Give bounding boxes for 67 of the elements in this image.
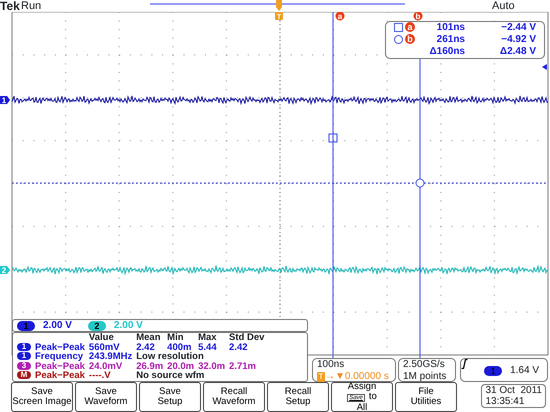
trigger-mode: Auto [492,0,515,12]
trigger-position-icon [276,0,282,11]
measurement-value: 400m [167,342,198,352]
acquisition-state: Run [21,0,42,12]
cursor-square-icon [328,134,338,142]
channel-scale: 2.00 V [43,320,72,332]
measurement-value: 24.0mV [88,362,124,371]
measurement-value: 20.0m [167,362,198,371]
measurement-name: Peak−Peak [35,360,85,372]
slope-icon [461,359,468,369]
column-header: Mean [136,333,162,342]
cursor-time: 101ns [436,22,465,34]
channel-marker: 2 [0,266,10,275]
measurement-note: Low resolution [136,352,205,362]
measurement-value: 243.9MHz [88,352,134,362]
column-header: Min [167,333,185,342]
sample-rate: 2.50GS/s [403,359,446,371]
channel-badge: 3 [17,362,31,370]
time-scale: 100ns [317,359,346,371]
softkey-button[interactable]: File Utilities [395,382,457,412]
measurement-note: No source wfm [136,371,206,380]
cursor-square-icon [394,22,403,32]
cursor-marker: a [336,12,344,21]
channel-badge: 1 [17,342,31,351]
measurement-value: ----.V [88,371,112,380]
measurement-value: 5.44 [198,342,230,352]
cursor-marker: b [405,34,415,44]
channel-badge: 1 [484,366,502,376]
measurement-value: 560mV [88,342,120,352]
cursor-marker: b [414,12,422,21]
column-header: Value [88,333,115,342]
cursor-voltage: −4.92 V [501,34,536,46]
cursor-circle-icon [394,34,403,44]
measurement-name: Peak−Peak [35,342,85,352]
channel-badge: M [17,371,31,380]
column-header: Max [198,333,230,342]
measurement-value: 2.71m [229,362,257,371]
cursor-circle-icon [416,178,424,188]
measurement-value: 2.42 [229,342,249,352]
measurement-value: 32.0m [198,362,230,371]
trigger-delay: →▼0.00000 s [325,371,389,382]
measurement-name: Peak−Peak [35,370,85,381]
offscreen-arrow-icon [542,64,547,70]
date-time: 31 Oct 2011 13:35:41 [481,384,546,408]
measurement-value: 2.42 [136,342,168,352]
softkey-button[interactable]: Save Screen Image [11,382,73,412]
trigger-level: 1.64 V [510,365,539,377]
softkey-button[interactable]: Save Setup [139,382,201,412]
column-header: Std Dev [229,333,266,342]
measurement-name: Frequency [35,351,84,362]
measurement-value: 26.9m [136,362,168,371]
softkey-button[interactable]: Recall Waveform [203,382,265,412]
cursor-marker: a [405,22,415,32]
channel-scale: 2.00 V [114,320,143,332]
channel-badge: 2 [88,320,106,330]
channel-badge: 1 [17,320,35,330]
channel-badge: 1 [17,352,31,360]
cursor-voltage: −2.44 V [501,22,536,34]
record-length: 1M points [403,371,448,383]
softkey-button[interactable]: Recall Setup [267,382,329,412]
softkey-button[interactable]: Save Waveform [75,382,137,412]
cursor-time: Δ160ns [429,46,465,58]
brand-logo: Tek [0,0,20,12]
channel-marker: 1 [0,96,10,105]
cursor-voltage: Δ2.48 V [500,46,536,58]
cursor-time: 261ns [436,34,465,46]
trigger-marker: T [317,372,325,382]
